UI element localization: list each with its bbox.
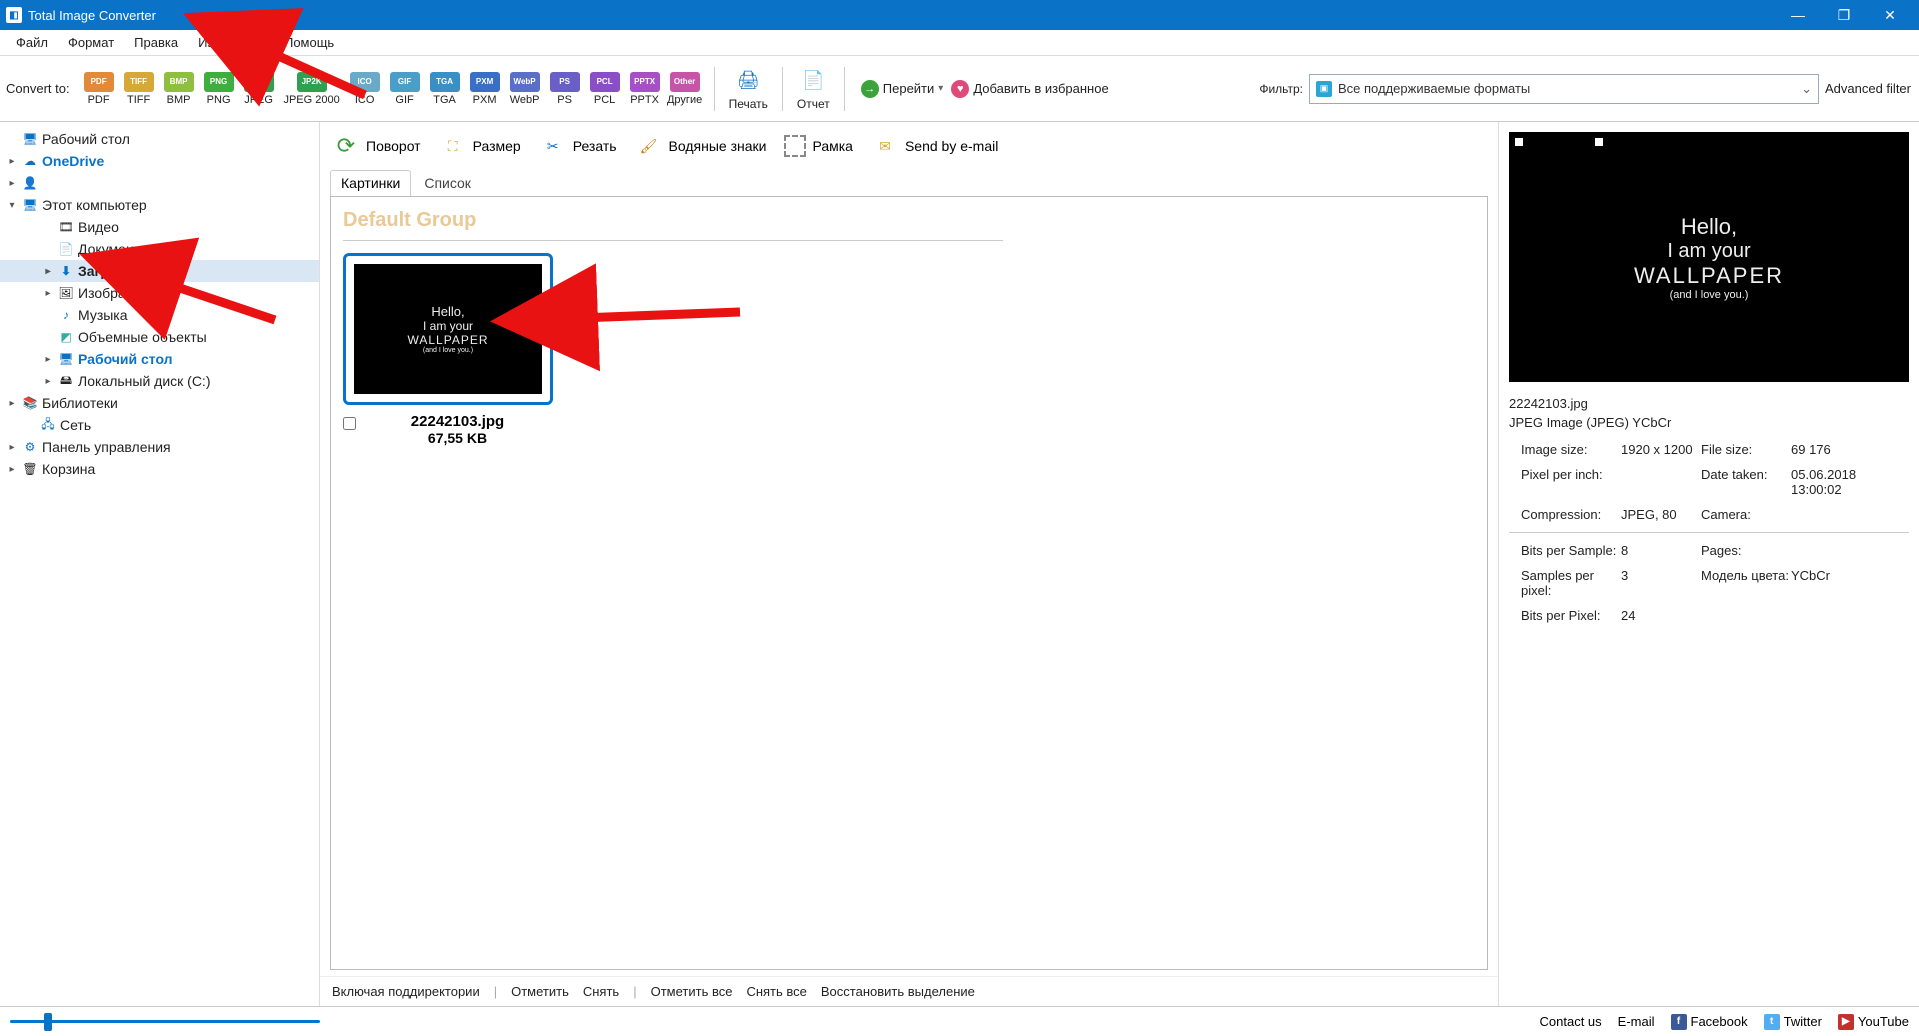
folder-tree: 🖥Рабочий стол ▸☁OneDrive ▸👤 ▾🖥Этот компь…	[0, 122, 320, 1006]
uncheck-button[interactable]: Снять	[583, 984, 619, 999]
tree-this-pc[interactable]: ▾🖥Этот компьютер	[0, 194, 319, 216]
tree-documents[interactable]: 📄Документы	[0, 238, 319, 260]
preview-panel: Hello, I am your WALLPAPER (and I love y…	[1499, 122, 1919, 1006]
preview-filename: 22242103.jpg	[1509, 396, 1909, 411]
format-jpeg2000[interactable]: JP2KJPEG 2000	[280, 72, 344, 106]
tree-pictures[interactable]: ▸🖼Изображения	[0, 282, 319, 304]
zoom-slider[interactable]	[10, 1020, 320, 1023]
format-tga[interactable]: TGATGA	[426, 72, 464, 106]
email-link[interactable]: E-mail	[1618, 1014, 1655, 1029]
gallery-view: Default Group Hello, I am your WALLPAPER…	[330, 196, 1488, 970]
tree-desktop[interactable]: 🖥Рабочий стол	[0, 128, 319, 150]
format-tiff[interactable]: TIFFTIFF	[120, 72, 158, 106]
maximize-button[interactable]: ❐	[1821, 0, 1867, 30]
rotate-button[interactable]: ⟳Поворот	[332, 132, 421, 160]
tree-desktop2[interactable]: ▸🖥Рабочий стол	[0, 348, 319, 370]
tree-music[interactable]: ♪Музыка	[0, 304, 319, 326]
tree-onedrive[interactable]: ▸☁OneDrive	[0, 150, 319, 172]
include-subdirs[interactable]: Включая поддиректории	[332, 984, 480, 999]
checkall-button[interactable]: Отметить все	[651, 984, 733, 999]
format-pptx[interactable]: PPTXPPTX	[626, 72, 664, 106]
minimize-button[interactable]: ―	[1775, 0, 1821, 30]
add-favorite-button[interactable]: ♥Добавить в избранное	[951, 80, 1108, 98]
format-jpeg[interactable]: JPEGJPEG	[240, 72, 278, 106]
menu-help[interactable]: Помощь	[274, 32, 344, 53]
menu-edit[interactable]: Правка	[124, 32, 188, 53]
format-png[interactable]: PNGPNG	[200, 72, 238, 106]
tree-user[interactable]: ▸👤	[0, 172, 319, 194]
contact-link[interactable]: Contact us	[1540, 1014, 1602, 1029]
format-pdf[interactable]: PDFPDF	[80, 72, 118, 106]
thumbnail-image: Hello, I am your WALLPAPER (and I love y…	[354, 264, 542, 394]
format-gif[interactable]: GIFGIF	[386, 72, 424, 106]
format-pcl[interactable]: PCLPCL	[586, 72, 624, 106]
menu-format[interactable]: Формат	[58, 32, 124, 53]
tree-libraries[interactable]: ▸📚Библиотеки	[0, 392, 319, 414]
twitter-link[interactable]: tTwitter	[1764, 1014, 1822, 1030]
facebook-link[interactable]: fFacebook	[1671, 1014, 1748, 1030]
tree-recycle[interactable]: ▸🗑Корзина	[0, 458, 319, 480]
status-bar: Contact us E-mail fFacebook tTwitter ▶Yo…	[0, 1006, 1919, 1036]
filter-dropdown[interactable]: ▣ Все поддерживаемые форматы ⌄	[1309, 74, 1819, 104]
app-title: Total Image Converter	[28, 8, 156, 23]
format-other-label: Другие	[667, 94, 702, 106]
resize-button[interactable]: ⛶Размер	[439, 132, 521, 160]
tree-localdisk[interactable]: ▸🖴Локальный диск (C:)	[0, 370, 319, 392]
youtube-link[interactable]: ▶YouTube	[1838, 1014, 1909, 1030]
filter-label: Фильтр:	[1259, 82, 1303, 96]
advanced-filter-link[interactable]: Advanced filter	[1825, 81, 1911, 96]
title-bar: ◧ Total Image Converter ― ❐ ✕	[0, 0, 1919, 30]
check-button[interactable]: Отметить	[511, 984, 569, 999]
tree-downloads[interactable]: ▸⬇Загрузки	[0, 260, 319, 282]
view-tabs: Картинки Список	[320, 170, 1498, 196]
uncheckall-button[interactable]: Снять все	[746, 984, 806, 999]
group-title: Default Group	[343, 209, 1475, 232]
tab-images[interactable]: Картинки	[330, 170, 411, 196]
format-bmp[interactable]: BMPBMP	[160, 72, 198, 106]
frame-button[interactable]: Рамка	[784, 135, 853, 157]
menu-file[interactable]: Файл	[6, 32, 58, 53]
watermark-button[interactable]: 🖌Водяные знаки	[635, 132, 767, 160]
tree-video[interactable]: 🎞Видео	[0, 216, 319, 238]
email-button[interactable]: ✉Send by e-mail	[871, 132, 998, 160]
tree-3dobjects[interactable]: ◩Объемные объекты	[0, 326, 319, 348]
close-button[interactable]: ✕	[1867, 0, 1913, 30]
action-bar: ⟳Поворот ⛶Размер ✂Резать 🖌Водяные знаки …	[320, 122, 1498, 170]
restore-selection-button[interactable]: Восстановить выделение	[821, 984, 975, 999]
thumbnail-item[interactable]: Hello, I am your WALLPAPER (and I love y…	[343, 253, 553, 446]
crop-button[interactable]: ✂Резать	[539, 132, 617, 160]
thumbnail-filesize: 67,55 KB	[362, 430, 553, 446]
goto-button[interactable]: →Перейти▾	[861, 80, 944, 98]
print-button[interactable]: 🖨Печать	[729, 67, 768, 111]
preview-type: JPEG Image (JPEG) YCbCr	[1509, 415, 1909, 430]
format-ps[interactable]: PSPS	[546, 72, 584, 106]
preview-image: Hello, I am your WALLPAPER (and I love y…	[1509, 132, 1909, 382]
tree-network[interactable]: 🖧Сеть	[0, 414, 319, 436]
tab-list[interactable]: Список	[413, 170, 482, 196]
report-button[interactable]: 📄Отчет	[797, 67, 830, 111]
format-pxm[interactable]: PXMPXM	[466, 72, 504, 106]
tree-controlpanel[interactable]: ▸⚙Панель управления	[0, 436, 319, 458]
image-icon: ▣	[1316, 81, 1332, 97]
format-ico[interactable]: ICOICO	[346, 72, 384, 106]
app-icon: ◧	[6, 7, 22, 23]
menu-bar: Файл Формат Правка Избранное Помощь	[0, 30, 1919, 56]
thumbnail-checkbox[interactable]	[343, 417, 356, 430]
convert-toolbar: Convert to: PDFPDFTIFFTIFFBMPBMPPNGPNGJP…	[0, 56, 1919, 122]
chevron-down-icon: ⌄	[1801, 81, 1812, 97]
menu-favorites[interactable]: Избранное	[188, 32, 274, 53]
format-webp[interactable]: WebPWebP	[506, 72, 544, 106]
convert-to-label: Convert to:	[6, 81, 80, 96]
format-other[interactable]: OtherДругие	[666, 72, 704, 106]
thumbnail-filename: 22242103.jpg	[362, 413, 553, 430]
gallery-bottom-bar: Включая поддиректории| Отметить Снять| О…	[320, 976, 1498, 1006]
